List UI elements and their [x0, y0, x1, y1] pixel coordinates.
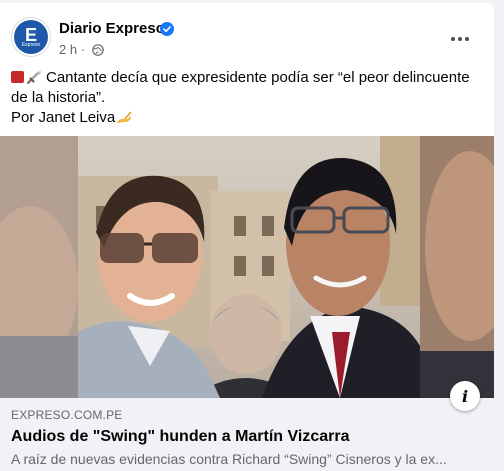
- dot: [451, 37, 455, 41]
- photo-graphic: [0, 136, 494, 398]
- avatar-brand: Expreso: [21, 42, 41, 48]
- more-options-icon[interactable]: [443, 27, 477, 51]
- post-text-line-2: de la historia”.: [11, 89, 106, 106]
- post-text-line-1-content: Cantante decía que expresidente podía se…: [46, 69, 470, 86]
- post-meta: 2 h ·: [59, 42, 104, 58]
- post-time[interactable]: 2 h: [59, 42, 77, 57]
- post-text-line-3: Por Janet Leiva: [11, 108, 489, 128]
- post-card: E Expreso Diario Expreso 2 h · Cantante …: [0, 3, 494, 471]
- post-text-line-1: Cantante decía que expresidente podía se…: [11, 68, 489, 88]
- post-header: E Expreso Diario Expreso 2 h ·: [0, 3, 494, 63]
- post-author-credit: Por Janet Leiva: [11, 109, 116, 126]
- page-avatar[interactable]: E Expreso: [11, 17, 51, 57]
- link-description: A raíz de nuevas evidencias contra Richa…: [11, 451, 447, 467]
- avatar-logo: E: [14, 20, 48, 54]
- red-box-emoji: [11, 71, 24, 83]
- info-icon[interactable]: i: [450, 381, 480, 411]
- dot: [465, 37, 469, 41]
- link-title[interactable]: Audios de "Swing" hunden a Martín Vizcar…: [11, 427, 349, 447]
- verified-badge-icon: [160, 22, 174, 36]
- dot: [458, 37, 462, 41]
- sword-emoji: [27, 71, 41, 84]
- link-preview-image[interactable]: [0, 136, 494, 398]
- post-text: Cantante decía que expresidente podía se…: [11, 68, 489, 128]
- writing-hand-emoji: [117, 111, 132, 123]
- globe-icon[interactable]: [91, 44, 104, 56]
- link-domain: EXPRESO.COM.PE: [11, 408, 123, 422]
- link-preview[interactable]: EXPRESO.COM.PE Audios de "Swing" hunden …: [0, 398, 494, 471]
- page-name-link[interactable]: Diario Expreso: [59, 20, 165, 38]
